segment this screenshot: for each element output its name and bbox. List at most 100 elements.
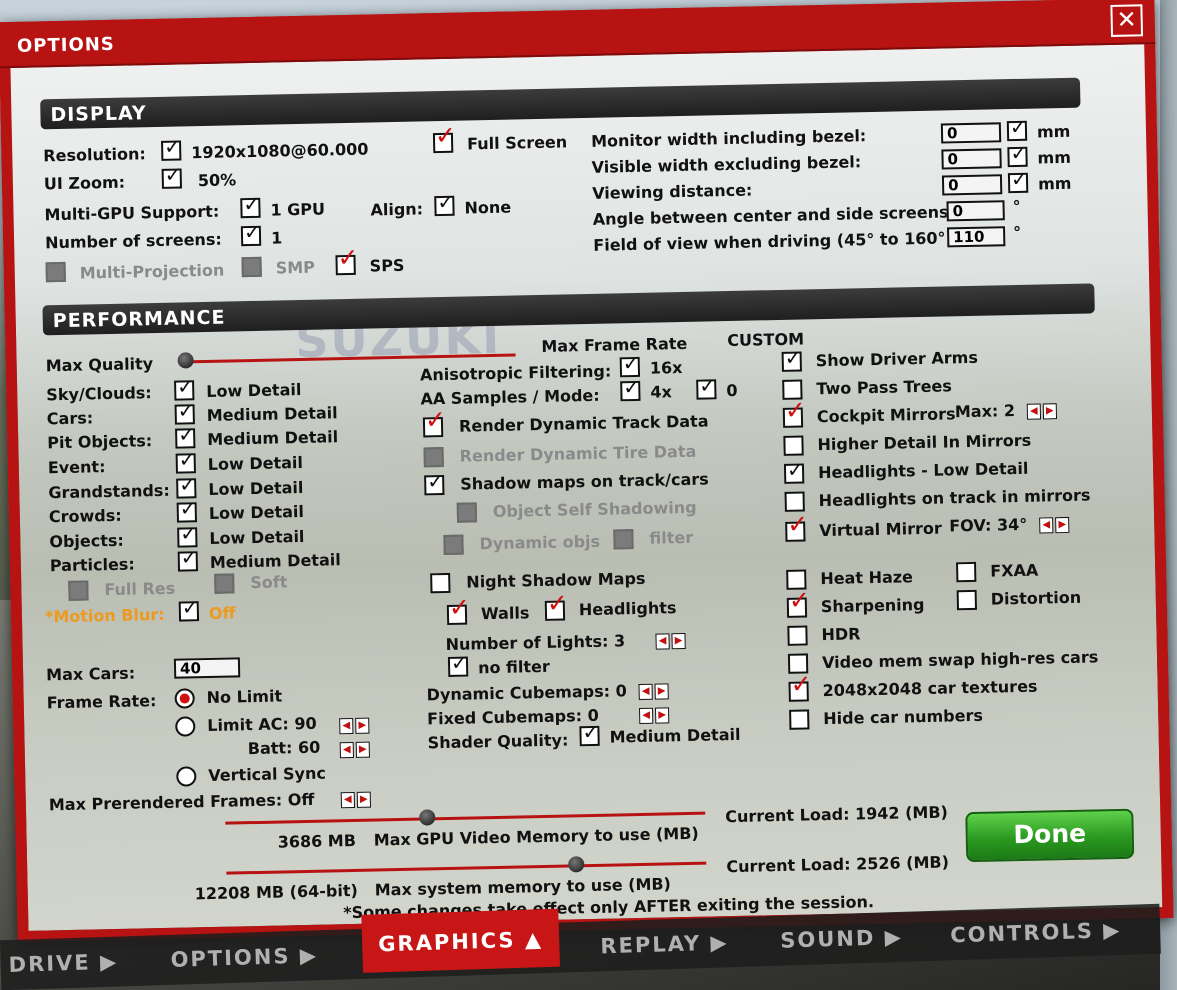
chevron-down-icon: ✓ (622, 350, 640, 376)
batt-arrows[interactable]: ◀ ▶ (339, 737, 372, 759)
no-filter-dropdown[interactable]: ✓ (447, 651, 469, 677)
quality-row-dropdown[interactable]: ✓ (177, 545, 199, 572)
mirrors-max-arrows[interactable]: ◀ ▶ (1026, 398, 1059, 420)
ui-zoom-dropdown[interactable]: ✓ (161, 162, 183, 189)
viewing-distance-unit-dropdown[interactable]: ✓ (1007, 167, 1029, 194)
distortion-checkbox[interactable] (956, 589, 978, 611)
resolution-value: 1920x1080@60.000 (191, 139, 369, 163)
aa-mode-dropdown[interactable]: ✓ (696, 373, 717, 400)
fixed-cubemaps-arrows[interactable]: ◀ ▶ (638, 702, 671, 724)
arrow-right-icon[interactable]: ▶ (654, 683, 669, 700)
arrow-right-icon[interactable]: ▶ (356, 791, 372, 808)
tab-options-label: OPTIONS (170, 944, 291, 972)
arrow-left-icon[interactable]: ◀ (638, 707, 654, 724)
tab-options[interactable]: OPTIONS ▶ (170, 934, 319, 981)
render-track-checkbox[interactable]: ✓ (422, 405, 446, 438)
dyn-cubemaps-arrows[interactable]: ◀ ▶ (638, 678, 670, 700)
no-limit-radio[interactable] (174, 688, 195, 709)
soft-checkbox[interactable] (214, 573, 235, 594)
num-lights-arrows[interactable]: ◀ ▶ (655, 628, 687, 650)
arrow-left-icon[interactable]: ◀ (655, 633, 670, 650)
dynamic-objs-checkbox[interactable] (443, 534, 464, 556)
arrow-right-icon[interactable]: ▶ (1042, 403, 1058, 420)
arrow-right-icon[interactable]: ▶ (1055, 516, 1070, 534)
tab-controls[interactable]: CONTROLS ▶ (950, 909, 1122, 956)
gpu-memory-knob[interactable] (418, 809, 436, 826)
viewing-distance-input[interactable]: 0 (941, 174, 1003, 196)
headlights-checkbox[interactable]: ✓ (544, 588, 568, 621)
monitor-width-unit-dropdown[interactable]: ✓ (1006, 115, 1028, 142)
angle-input[interactable]: 0 (946, 200, 1005, 222)
full-screen-checkbox[interactable]: ✓ (432, 121, 456, 154)
options-dialog: OPTIONS ✕ SUZUKI DISPLAY Resolution: ✓ 1… (0, 0, 1174, 943)
done-button[interactable]: Done (965, 808, 1135, 863)
multi-projection-checkbox[interactable] (45, 261, 66, 283)
arrow-left-icon[interactable]: ◀ (339, 717, 354, 735)
limit-ac-radio[interactable] (175, 716, 196, 737)
arrow-right-icon[interactable]: ▶ (671, 632, 686, 650)
full-res-checkbox[interactable] (68, 580, 89, 601)
quality-row-dropdown[interactable]: ✓ (175, 422, 196, 449)
motion-blur-dropdown[interactable]: ✓ (178, 595, 200, 622)
cockpit-mirrors-checkbox[interactable]: ✓ (782, 395, 806, 428)
multi-gpu-dropdown[interactable]: ✓ (240, 192, 261, 219)
show-driver-arms-checkbox[interactable]: ✓ (781, 346, 802, 372)
tab-sound[interactable]: SOUND ▶ (780, 916, 904, 962)
arrow-right-icon[interactable]: ▶ (355, 717, 370, 734)
visible-width-unit-dropdown[interactable]: ✓ (1007, 141, 1028, 168)
virtual-mirror-checkbox[interactable]: ✓ (785, 509, 808, 542)
gpu-memory-slider[interactable] (225, 811, 706, 825)
limit-ac-arrows[interactable]: ◀ ▶ (339, 713, 371, 735)
virtual-fov-arrows[interactable]: ◀ ▶ (1039, 512, 1071, 534)
sys-load: Current Load: 2526 (MB) (726, 852, 950, 877)
headlights-low-checkbox[interactable]: ✓ (783, 457, 805, 484)
hide-car-numbers-label: Hide car numbers (823, 705, 984, 729)
hide-car-numbers-checkbox[interactable] (789, 709, 810, 730)
quality-row-label: Event: (47, 457, 106, 478)
resolution-dropdown[interactable]: ✓ (161, 134, 182, 161)
smp-checkbox[interactable] (241, 256, 262, 278)
car-textures-checkbox[interactable]: ✓ (788, 669, 812, 702)
arrow-left-icon[interactable]: ◀ (1039, 517, 1054, 534)
filter-checkbox[interactable] (613, 529, 634, 550)
max-quality-knob[interactable] (177, 352, 194, 369)
arrow-left-icon[interactable]: ◀ (638, 683, 653, 700)
visible-width-input[interactable]: 0 (941, 148, 1002, 170)
no-limit-label: No Limit (206, 686, 283, 708)
sps-checkbox[interactable]: ✓ (335, 243, 359, 276)
fov-input[interactable]: 110 (946, 226, 1006, 248)
batt-label: Batt: 60 (247, 737, 321, 759)
arrow-left-icon[interactable]: ◀ (340, 791, 356, 809)
quality-row-dropdown[interactable]: ✓ (175, 447, 196, 474)
system-memory-knob[interactable] (568, 856, 585, 873)
align-dropdown[interactable]: ✓ (434, 190, 455, 217)
shader-quality-dropdown[interactable]: ✓ (579, 720, 600, 747)
cockpit-mirrors-label: Cockpit Mirrors (816, 404, 956, 427)
higher-detail-mirrors-checkbox[interactable] (783, 435, 804, 456)
arrow-right-icon[interactable]: ▶ (355, 741, 370, 758)
tab-drive[interactable]: DRIVE ▶ (8, 941, 119, 986)
sharpening-checkbox[interactable]: ✓ (786, 585, 810, 618)
aa-samples-dropdown[interactable]: ✓ (620, 375, 641, 402)
monitor-width-input[interactable]: 0 (940, 122, 1002, 144)
render-tire-checkbox[interactable] (423, 447, 444, 468)
arrow-left-icon[interactable]: ◀ (339, 741, 354, 759)
tab-replay[interactable]: REPLAY ▶ (600, 921, 729, 967)
hdr-checkbox[interactable] (787, 625, 808, 646)
num-lights-label: Number of Lights: 3 (445, 631, 626, 655)
shadow-maps-checkbox[interactable]: ✓ (424, 469, 445, 496)
night-shadow-checkbox[interactable] (430, 572, 451, 594)
screens-dropdown[interactable]: ✓ (240, 220, 262, 247)
arrow-right-icon[interactable]: ▶ (654, 707, 670, 724)
prerendered-arrows[interactable]: ◀ ▶ (340, 787, 373, 809)
walls-checkbox[interactable]: ✓ (446, 593, 470, 625)
system-memory-slider[interactable] (226, 861, 707, 875)
arrow-left-icon[interactable]: ◀ (1026, 403, 1042, 420)
fxaa-checkbox[interactable] (956, 561, 977, 583)
check-icon: ✓ (786, 457, 805, 482)
vsync-radio[interactable] (176, 766, 197, 787)
max-cars-input[interactable]: 40 (173, 657, 241, 679)
quality-row-dropdown[interactable]: ✓ (176, 496, 198, 523)
self-shadow-checkbox[interactable] (456, 502, 478, 523)
tab-graphics[interactable]: GRAPHICS ▲ (361, 908, 560, 973)
